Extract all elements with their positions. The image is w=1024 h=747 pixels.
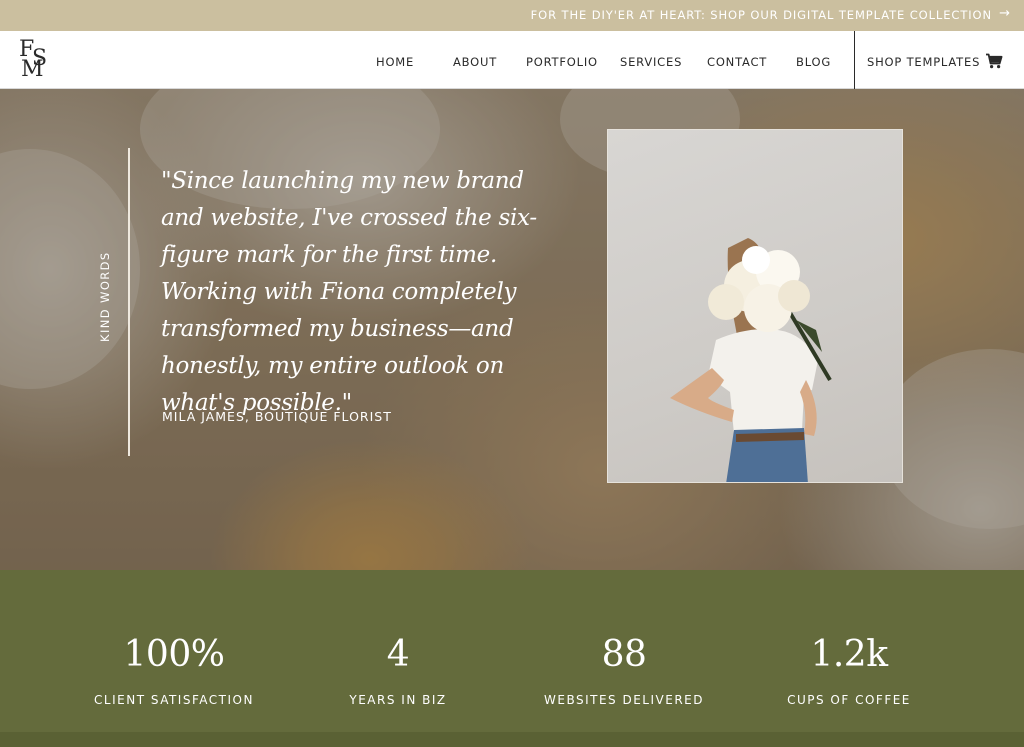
- nav-about[interactable]: ABOUT: [453, 55, 497, 69]
- nav-contact[interactable]: CONTACT: [707, 55, 767, 69]
- nav-home[interactable]: HOME: [376, 55, 414, 69]
- stats-bottom-band: [0, 732, 1024, 747]
- stat-label: YEARS IN BIZ: [349, 693, 447, 707]
- logo-letter-m: M: [21, 57, 44, 82]
- stat-label: CLIENT SATISFACTION: [94, 693, 254, 707]
- stats-section: 100% CLIENT SATISFACTION 4 YEARS IN BIZ …: [0, 570, 1024, 747]
- stat-label: WEBSITES DELIVERED: [544, 693, 704, 707]
- section-divider-line: [128, 148, 130, 456]
- stat-value: 4: [386, 634, 410, 675]
- testimonial-photo: [607, 129, 903, 483]
- nav-shop-templates[interactable]: SHOP TEMPLATES: [867, 55, 980, 69]
- cart-icon[interactable]: [985, 53, 1003, 69]
- testimonial-hero: KIND WORDS "Since launching my new brand…: [0, 89, 1024, 570]
- site-header: F S M HOME ABOUT PORTFOLIO SERVICES CONT…: [0, 31, 1024, 89]
- nav-services[interactable]: SERVICES: [620, 55, 682, 69]
- stat-value: 88: [601, 634, 647, 675]
- nav-divider: [854, 31, 855, 89]
- arrow-right-icon: →: [999, 6, 1010, 21]
- testimonial-author: MILA JAMES, BOUTIQUE FLORIST: [162, 409, 392, 424]
- site-logo[interactable]: F S M: [18, 37, 52, 83]
- stat-value: 100%: [123, 634, 225, 675]
- stat-label: CUPS OF COFFEE: [787, 693, 911, 707]
- nav-blog[interactable]: BLOG: [796, 55, 831, 69]
- announcement-link[interactable]: FOR THE DIY'ER AT HEART: SHOP OUR DIGITA…: [531, 8, 992, 22]
- woman-with-flowers-image: [670, 238, 832, 482]
- section-label: KIND WORDS: [98, 251, 112, 342]
- stat-value: 1.2k: [810, 634, 888, 675]
- nav-portfolio[interactable]: PORTFOLIO: [526, 55, 598, 69]
- testimonial-quote: "Since launching my new brand and websit…: [161, 168, 537, 416]
- announcement-bar[interactable]: FOR THE DIY'ER AT HEART: SHOP OUR DIGITA…: [0, 0, 1024, 31]
